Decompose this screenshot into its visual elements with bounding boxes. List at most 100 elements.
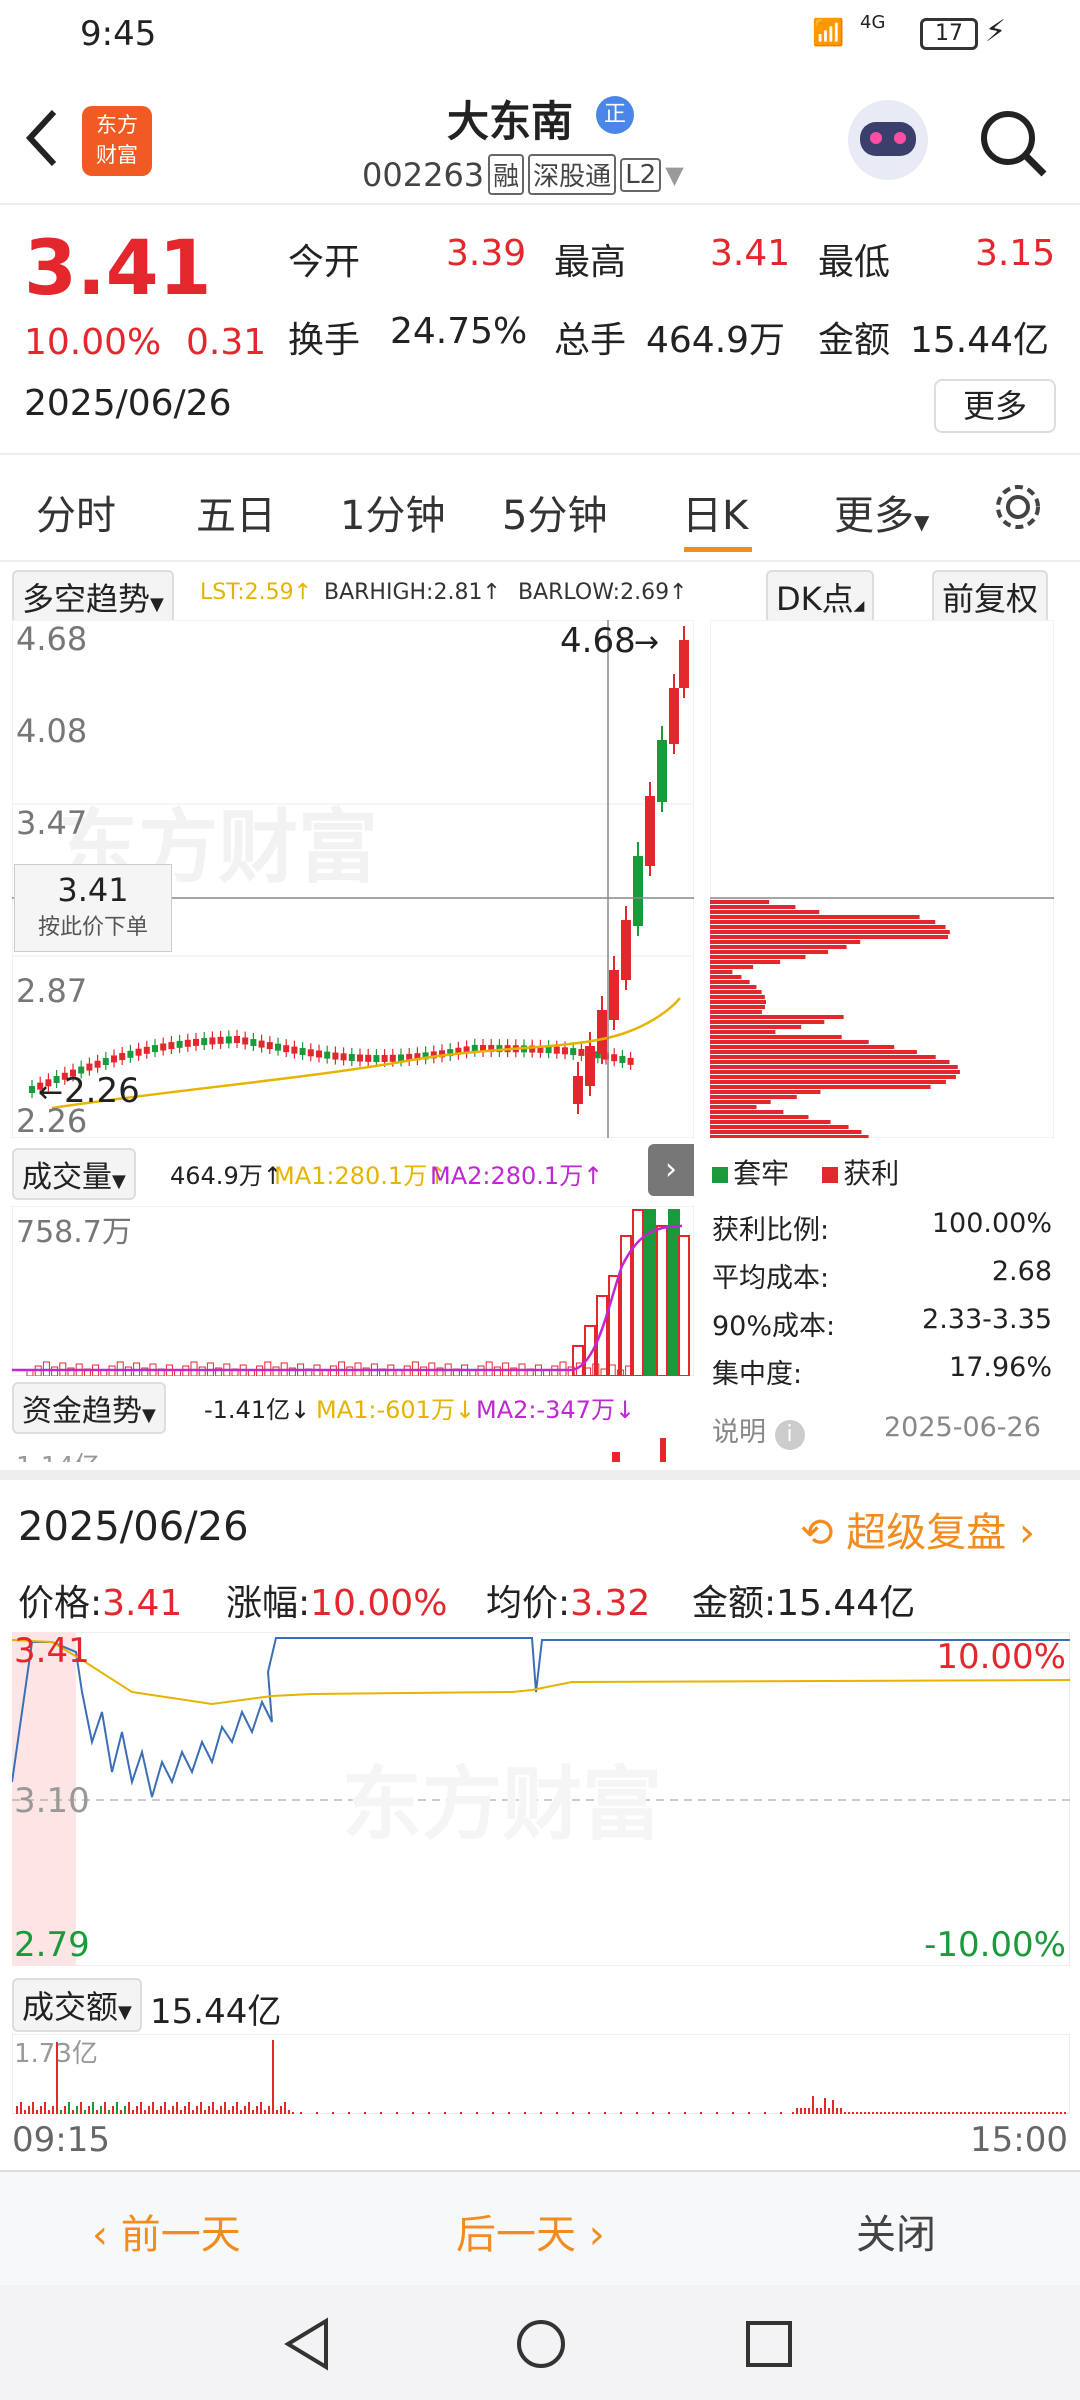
amount-indicator-select[interactable]: 成交额▼ [12, 1978, 142, 2032]
amount-bar [32, 2102, 34, 2114]
fund-indicator-select[interactable]: 资金趋势▼ [12, 1382, 166, 1434]
chip-note-link[interactable]: 说明 i [712, 1410, 805, 1450]
replay-amount-label: 金额: [692, 1583, 777, 1624]
amount-bar [1032, 2112, 1034, 2114]
candle-body [201, 1038, 208, 1046]
amount-bar [412, 2112, 414, 2114]
history-icon: ⟲ [800, 1510, 834, 1556]
high-label: 最高 [554, 242, 627, 283]
cursor-price-tag[interactable]: 3.41 按此价下单 [14, 864, 172, 952]
chip-stat-row: 集中度: 17.96% [712, 1352, 1052, 1400]
volume-current: 464.9万↑ [170, 1162, 283, 1190]
chip-bar [710, 1025, 802, 1029]
chip-stat-value: 100.00% [931, 1208, 1052, 1239]
amount-bar [244, 2106, 246, 2114]
chip-bar [710, 985, 757, 989]
chip-stat-label: 平均成本: [712, 1263, 830, 1294]
tab-more-label: 更多 [834, 493, 914, 539]
tab-more[interactable]: 更多▼ [834, 483, 929, 541]
chip-bar [710, 1050, 917, 1054]
legend-trapped: 套牢 [733, 1157, 790, 1190]
tab-five-day[interactable]: 五日 [196, 483, 276, 541]
intraday-price-chart[interactable]: 东方财富 3.41 3.10 2.79 10.00% -10.00% [12, 1632, 1070, 1966]
volume-indicator-select[interactable]: 成交量▼ [12, 1148, 136, 1200]
amount-bar [76, 2106, 78, 2114]
chip-bar [710, 1110, 784, 1114]
amount-bar [936, 2112, 938, 2114]
volume-caret-icon: ▼ [112, 1171, 126, 1192]
amount-total: 15.44亿 [150, 1992, 282, 2032]
amount-bar [88, 2106, 90, 2114]
next-day-button[interactable]: 后一天 › [456, 2202, 605, 2260]
candle-body [193, 1038, 199, 1046]
more-button[interactable]: 更多 [934, 379, 1056, 433]
fund-current: -1.41亿↓ [204, 1396, 311, 1424]
y-tick-2: 4.08 [16, 712, 87, 750]
system-nav-bar [0, 2285, 1080, 2400]
tab-intraday[interactable]: 分时 [36, 483, 116, 541]
amount-bar [860, 2112, 862, 2114]
replay-amount-value: 15.44亿 [776, 1583, 916, 1624]
tab-1min[interactable]: 1分钟 [340, 483, 445, 541]
chip-stat-row: 90%成本: 2.33-3.35 [712, 1304, 1052, 1352]
expand-chevron-icon[interactable]: › [648, 1144, 694, 1196]
nav-back-icon[interactable] [282, 2317, 332, 2371]
dk-point-button[interactable]: DK点◢ [766, 570, 875, 624]
chip-date: 2025-06-26 [884, 1412, 1041, 1443]
amount-bar [160, 2106, 162, 2114]
amount-bar [876, 2112, 878, 2114]
replay-price: 价格:3.41 [18, 1574, 182, 1626]
chip-bar [710, 1105, 757, 1109]
rally-candle-body [679, 640, 689, 688]
rally-candle-body [645, 796, 655, 866]
adjust-button[interactable]: 前复权 [932, 570, 1049, 624]
back-icon[interactable] [22, 106, 62, 170]
rally-candle-body [633, 856, 643, 926]
barlow-value: BARLOW:2.69↑ [518, 580, 688, 605]
candle-body [324, 1051, 331, 1059]
amount-bar [956, 2112, 958, 2114]
amount-bar [1044, 2112, 1046, 2114]
prev-day-button[interactable]: ‹ 前一天 [92, 2202, 241, 2260]
amount-bar [900, 2112, 902, 2114]
tab-5min[interactable]: 5分钟 [502, 483, 607, 541]
max-price-marker: 4.68 [560, 621, 636, 661]
amount-bar [652, 2112, 654, 2114]
chip-bar [710, 910, 820, 914]
candle-body [578, 1048, 585, 1056]
replay-avg-label: 均价: [486, 1583, 571, 1624]
chip-stat-value: 17.96% [949, 1352, 1052, 1383]
amount-bar [1000, 2112, 1002, 2114]
amount-bar [252, 2110, 254, 2114]
amount-bar [128, 2102, 130, 2114]
high-value: 3.41 [710, 233, 791, 274]
chevron-left-icon: ‹ [92, 2212, 121, 2258]
watermark-logo-2: 东方财富 [342, 1758, 662, 1851]
chip-bar [710, 1035, 842, 1039]
candle-body [619, 1055, 626, 1063]
amount-bar [976, 2112, 978, 2114]
candle-body [102, 1058, 109, 1066]
candle-body [611, 1054, 618, 1062]
amount-bar [428, 2112, 430, 2114]
close-button[interactable]: 关闭 [856, 2202, 936, 2260]
search-icon[interactable] [976, 106, 1050, 180]
nav-recents-icon[interactable] [744, 2319, 794, 2369]
candle-body [389, 1054, 396, 1062]
tab-daily-k[interactable]: 日K [682, 483, 748, 541]
dropdown-icon[interactable]: ▼ [665, 161, 683, 189]
chip-bar [710, 1065, 958, 1069]
amount-bar [364, 2112, 366, 2114]
super-replay-button[interactable]: ⟲ 超级复盘 › [800, 1500, 1035, 1558]
indicator-select[interactable]: 多空趋势▼ [12, 570, 174, 624]
settings-gear-icon[interactable] [990, 479, 1046, 535]
nav-home-icon[interactable] [514, 2317, 568, 2371]
robot-assistant-icon[interactable] [848, 100, 928, 180]
amount-bar [1020, 2112, 1022, 2114]
candle-body [357, 1054, 363, 1062]
rally-candle-body [585, 1046, 595, 1086]
amount-bar [524, 2112, 526, 2114]
candle-body [381, 1054, 388, 1062]
replay-pct-bot: -10.00% [924, 1925, 1066, 1965]
candle-body [94, 1060, 101, 1068]
